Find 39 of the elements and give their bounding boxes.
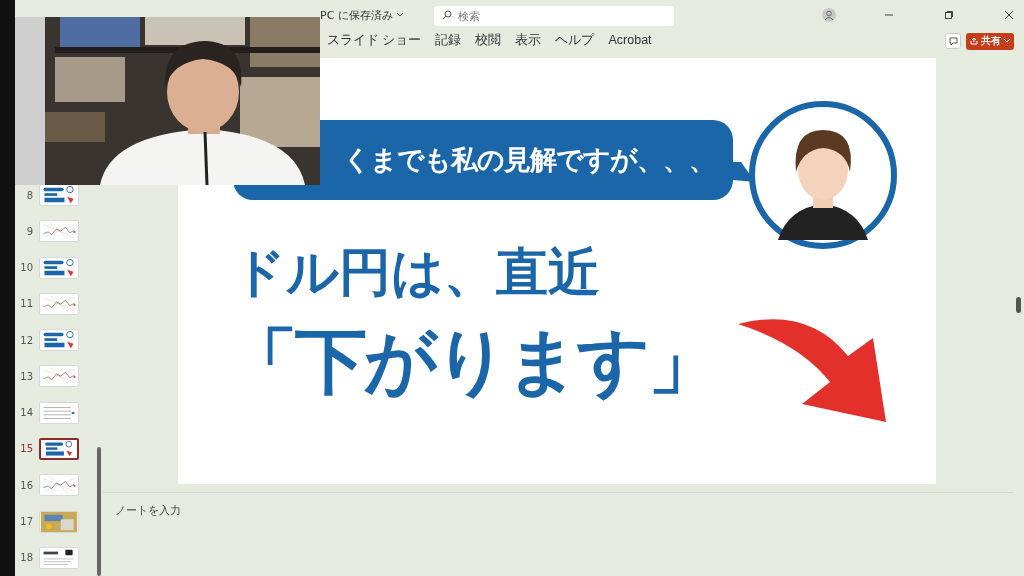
slide-number: 14	[19, 407, 33, 419]
share-icon	[970, 37, 978, 45]
slide-number: 8	[25, 189, 33, 201]
slide-number: 18	[19, 552, 33, 564]
close-icon	[1004, 10, 1014, 20]
slide-headline: ドル円は、直近	[233, 244, 600, 302]
slide-emphasis-text: 「下がります」	[226, 320, 717, 403]
slide-number: 10	[19, 262, 33, 274]
slide-number: 16	[19, 479, 33, 491]
restore-icon	[944, 10, 954, 20]
chart-thumbnail-drawing	[40, 221, 78, 242]
slide-thumbnail[interactable]	[39, 438, 79, 460]
ribbon-tab[interactable]: 校閲	[468, 29, 509, 53]
photo-thumbnail-drawing	[40, 511, 78, 532]
notes-placeholder[interactable]: ノートを入力	[115, 504, 181, 517]
slide-number: 12	[19, 334, 33, 346]
ribbon-tab[interactable]: Acrobat	[601, 31, 659, 51]
slide-number: 11	[19, 298, 33, 310]
comment-icon	[948, 36, 958, 46]
ribbon-tab[interactable]: ヘルプ	[548, 29, 602, 53]
chart-thumbnail-drawing	[40, 475, 78, 496]
comment-button[interactable]	[945, 33, 961, 49]
ribbon-tab[interactable]: 記録	[428, 29, 469, 53]
chart-thumbnail-drawing	[40, 293, 78, 314]
share-button[interactable]: 共有	[966, 32, 1014, 50]
slide-number: 9	[25, 225, 33, 237]
slide-number: 15	[19, 443, 33, 455]
ribbon-tab[interactable]: スライド ショー	[320, 29, 429, 53]
slide-number: 17	[19, 516, 33, 527]
document-status[interactable]: PC に保存済み	[320, 7, 404, 23]
search-icon	[441, 10, 452, 20]
search-field[interactable]: 検索	[433, 6, 674, 26]
chevron-down-icon	[395, 12, 404, 18]
slide-number: 13	[19, 370, 33, 382]
ribbon-tab[interactable]: 表示	[508, 29, 549, 53]
scrollbar-thumb[interactable]	[1016, 297, 1021, 313]
chart-thumbnail-drawing	[40, 366, 78, 387]
scrollbar-thumb[interactable]	[97, 447, 101, 576]
caret-icon	[1004, 39, 1010, 43]
